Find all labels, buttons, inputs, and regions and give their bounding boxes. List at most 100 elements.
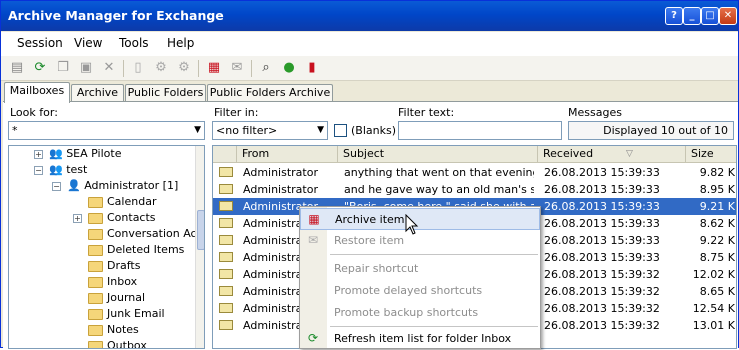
tree-node-junk-email[interactable]: Junk Email [88,306,165,322]
menu-promote-backup[interactable]: Promote backup shortcuts [300,302,540,324]
cell-received: 26.08.2013 15:39:33 [544,166,660,179]
look-for-label: Look for: [10,106,58,119]
cell-received: 26.08.2013 15:39:32 [544,319,660,332]
expand-toggle[interactable]: + [73,214,82,223]
chevron-down-icon[interactable]: ▼ [194,122,201,139]
tree-node-test[interactable]: 👥 test [49,162,87,178]
menu-help[interactable]: Help [167,36,194,50]
folder-icon [88,292,103,304]
cell-subject: anything that went on that evening. T... [344,166,534,179]
tree-node-contacts[interactable]: Contacts [88,210,156,226]
tab-public-folders-archive[interactable]: Public Folders Archive [207,84,333,102]
refresh-icon[interactable]: ⟳ [32,60,48,76]
tab-archive[interactable]: Archive [71,84,124,102]
refresh-icon: ⟳ [307,331,319,345]
tree-node-drafts[interactable]: Drafts [88,258,140,274]
cell-size: 8.62 K [699,217,735,230]
menu-bar: Session View Tools Help [1,32,738,56]
sort-descending-icon: ▽ [626,149,633,159]
tree-node-deleted-items[interactable]: Deleted Items [88,242,184,258]
cell-size: 8.75 K [699,251,735,264]
title-bar: Archive Manager for Exchange ? _ □ ✕ [1,1,738,31]
collapse-toggle[interactable]: − [52,182,61,191]
menu-promote-delayed[interactable]: Promote delayed shortcuts [300,280,540,302]
tree-node-outbox[interactable]: Outbox [88,338,147,348]
message-icon [219,320,233,330]
message-icon [219,218,233,228]
filter-text-label: Filter text: [398,106,455,119]
app-window: Archive Manager for Exchange ? _ □ ✕ Ses… [0,0,739,350]
cell-from: Administrator [243,166,318,179]
cell-received: 26.08.2013 15:39:32 [544,285,660,298]
message-icon [219,303,233,313]
search-icon[interactable]: ⌕ [258,60,274,76]
menu-archive-item[interactable]: ▦ Archive item [300,208,540,230]
filter-in-select[interactable]: <no filter> ▼ [212,121,328,140]
cell-subject: and he gave way to an old man's sob. [344,183,534,196]
tab-mailboxes[interactable]: Mailboxes [4,82,70,103]
collapse-toggle[interactable]: − [34,166,43,175]
close-button[interactable]: ✕ [719,7,737,25]
cell-received: 26.08.2013 15:39:33 [544,234,660,247]
archive-icon[interactable]: ▦ [206,60,222,76]
document-icon[interactable]: ▯ [130,60,146,76]
chevron-down-icon[interactable]: ▼ [317,122,324,139]
messages-label: Messages [568,106,622,119]
column-header-size[interactable]: Size [686,146,736,163]
cell-size: 8.95 K [699,183,735,196]
cell-size: 9.82 K [699,166,735,179]
column-header-subject[interactable]: Subject [338,146,538,163]
delete-icon[interactable]: ✕ [101,60,117,76]
book-icon[interactable]: ▮ [304,60,320,76]
minimize-button[interactable]: _ [683,7,701,25]
scroll-thumb[interactable] [197,210,204,250]
blanks-checkbox[interactable] [334,124,347,137]
go-icon[interactable]: ● [281,60,297,76]
folder-icon [88,196,103,208]
user-icon: 👤 [67,179,81,192]
table-row[interactable]: Administrator and he gave way to an old m… [213,181,736,198]
folder-icon [88,244,103,256]
archive-icon: ▦ [308,212,320,226]
copy-icon[interactable]: ❐ [55,60,71,76]
cell-size: 13.01 K [692,319,735,332]
paste-icon[interactable]: ▣ [78,60,94,76]
look-for-input[interactable]: * ▼ [8,121,205,140]
column-header-received[interactable]: Received ▽ [538,146,686,163]
maximize-button[interactable]: □ [701,7,719,25]
properties-icon[interactable]: ▤ [9,60,25,76]
settings-icon[interactable]: ⚙ [176,60,192,76]
tree-scrollbar[interactable] [195,146,204,348]
mailbox-icon: 👥 [49,163,63,176]
tree-node-administrator[interactable]: 👤 Administrator [1] [67,178,178,194]
cell-received: 26.08.2013 15:39:33 [544,200,660,213]
menu-repair-shortcut[interactable]: Repair shortcut [300,258,540,280]
tree-node-sea-pilote[interactable]: 👥 SEA Pilote [49,146,121,162]
message-icon [219,184,233,194]
tree-node-conversation[interactable]: Conversation Act [88,226,201,242]
table-row[interactable]: Administrator anything that went on that … [213,164,736,181]
menu-tools[interactable]: Tools [119,36,149,50]
cell-received: 26.08.2013 15:39:32 [544,302,660,315]
mailbox-icon: 👥 [49,147,63,160]
help-button[interactable]: ? [665,7,683,25]
tree-node-inbox[interactable]: Inbox [88,274,137,290]
menu-restore-item[interactable]: ✉ Restore item [300,230,540,252]
cell-from: Administrator [243,183,318,196]
tree-node-calendar[interactable]: Calendar [88,194,156,210]
gear-icon[interactable]: ⚙ [153,60,169,76]
menu-view[interactable]: View [74,36,102,50]
cell-received: 26.08.2013 15:39:33 [544,217,660,230]
cell-size: 12.54 K [692,302,735,315]
menu-session[interactable]: Session [17,36,63,50]
tree-node-notes[interactable]: Notes [88,322,139,338]
column-header-from[interactable]: From [237,146,338,163]
restore-icon[interactable]: ✉ [229,60,245,76]
column-header-icon[interactable] [213,146,237,163]
tree-node-journal[interactable]: Journal [88,290,145,306]
filter-text-input[interactable] [398,121,562,140]
cell-received: 26.08.2013 15:39:33 [544,251,660,264]
expand-toggle[interactable]: + [34,150,43,159]
tab-public-folders[interactable]: Public Folders [125,84,206,102]
menu-refresh-list[interactable]: ⟳ Refresh item list for folder Inbox [300,328,540,350]
